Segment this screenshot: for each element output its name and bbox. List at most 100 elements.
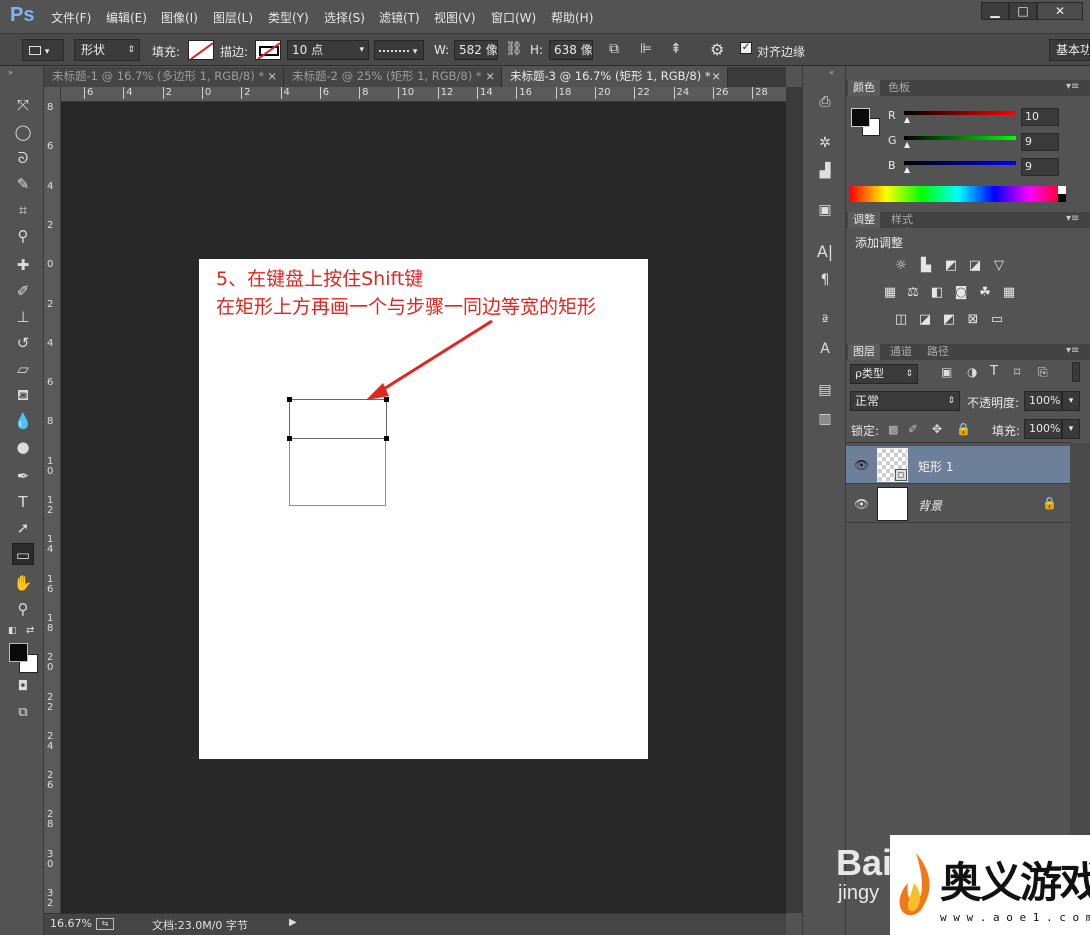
tab-paths[interactable]: 路径 bbox=[922, 344, 954, 360]
channel-mixer-icon[interactable]: ☘ bbox=[976, 285, 994, 301]
info-icon[interactable]: ▣ bbox=[814, 199, 836, 221]
pen-icon[interactable]: ✒ bbox=[12, 465, 34, 487]
hand-icon[interactable]: ✋ bbox=[12, 572, 34, 594]
export-icon[interactable]: ⇆ bbox=[96, 918, 114, 930]
filter-adjustment-icon[interactable]: ◑ bbox=[967, 365, 977, 379]
paragraph-styles-icon[interactable]: A bbox=[814, 338, 836, 360]
default-colors-icon[interactable]: ◧ bbox=[8, 626, 17, 636]
fill-dropdown-icon[interactable]: ▾ bbox=[1062, 419, 1080, 439]
type-tool-icon[interactable]: T bbox=[12, 491, 34, 513]
path-alignment-icon[interactable]: ⊫ bbox=[640, 41, 652, 57]
filter-image-icon[interactable]: ▣ bbox=[941, 365, 952, 379]
tool-preset-picker[interactable]: ▾ bbox=[22, 39, 64, 61]
crop-icon[interactable]: ⌗ bbox=[12, 199, 34, 221]
fill-swatch[interactable] bbox=[188, 40, 214, 60]
invert-icon[interactable]: ◫ bbox=[892, 312, 910, 328]
menu-help[interactable]: 帮助(H) bbox=[551, 9, 593, 26]
panel-menu-icon[interactable]: ▾≡ bbox=[1066, 81, 1079, 92]
photo-filter-icon[interactable]: ◙ bbox=[952, 285, 970, 301]
lock-pixels-icon[interactable]: ✐ bbox=[908, 422, 918, 436]
tab-document-2[interactable]: 未标题-2 @ 25% (矩形 1, RGB/8) * × bbox=[284, 67, 502, 87]
layer-name[interactable]: 背景 bbox=[918, 497, 942, 514]
dodge-icon[interactable]: ● bbox=[12, 436, 34, 458]
anchor-point[interactable] bbox=[384, 397, 389, 402]
filter-toggle[interactable] bbox=[1072, 362, 1080, 382]
fill-field[interactable]: 100% bbox=[1024, 419, 1062, 439]
path-select-icon[interactable]: ➚ bbox=[12, 517, 34, 539]
eraser-icon[interactable]: ▱ bbox=[12, 358, 34, 380]
color-balance-icon[interactable]: ⚖ bbox=[904, 285, 922, 301]
lock-position-icon[interactable]: ✥ bbox=[932, 422, 942, 436]
eyedropper-icon[interactable]: ⚲ bbox=[12, 225, 34, 247]
r-slider[interactable] bbox=[904, 111, 1016, 115]
align-edges-checkbox[interactable]: ✓ bbox=[740, 42, 752, 54]
ellipse-marquee-icon[interactable]: ◯ bbox=[12, 121, 34, 143]
maximize-button[interactable]: □ bbox=[1009, 2, 1037, 20]
tab-styles[interactable]: 样式 bbox=[886, 212, 918, 228]
lock-all-icon[interactable]: 🔒 bbox=[956, 422, 971, 436]
character-styles-icon[interactable]: ª bbox=[814, 310, 836, 332]
collapse-icon[interactable]: » bbox=[8, 68, 13, 77]
color-spectrum[interactable] bbox=[850, 186, 1066, 202]
curves-icon[interactable]: ◩ bbox=[942, 258, 960, 274]
navigator-icon[interactable]: ✲ bbox=[814, 132, 836, 154]
path-arrangement-icon[interactable]: ⇞ bbox=[670, 41, 682, 57]
g-value[interactable]: 9 bbox=[1021, 133, 1059, 151]
tab-channels[interactable]: 通道 bbox=[885, 344, 917, 360]
layer-name[interactable]: 矩形 1 bbox=[918, 458, 953, 475]
rectangle-tool-icon[interactable]: ▭ bbox=[12, 543, 34, 565]
layer-filter-select[interactable]: ρ类型 ⇕ bbox=[850, 364, 918, 384]
zoom-icon[interactable]: ⚲ bbox=[12, 598, 34, 620]
new-rectangle-path[interactable] bbox=[289, 399, 387, 439]
brightness-icon[interactable]: ☼ bbox=[892, 258, 910, 274]
histogram-icon[interactable]: ▟ bbox=[814, 160, 836, 182]
minimize-button[interactable]: ▁ bbox=[981, 2, 1009, 20]
slider-handle-icon[interactable]: ▲ bbox=[904, 140, 910, 149]
b-value[interactable]: 9 bbox=[1021, 158, 1059, 176]
stroke-swatch[interactable] bbox=[255, 40, 281, 60]
collapse-icon[interactable]: « bbox=[829, 68, 834, 77]
tab-layers[interactable]: 图层 bbox=[848, 344, 880, 360]
anchor-point[interactable] bbox=[384, 436, 389, 441]
menu-edit[interactable]: 编辑(E) bbox=[106, 9, 147, 26]
exposure-icon[interactable]: ◪ bbox=[966, 258, 984, 274]
vibrance-icon[interactable]: ▽ bbox=[990, 258, 1008, 274]
lock-transparent-icon[interactable]: ▩ bbox=[888, 423, 898, 436]
tab-document-3[interactable]: 未标题-3 @ 16.7% (矩形 1, RGB/8) * × bbox=[502, 67, 728, 87]
zoom-level[interactable]: 16.67% bbox=[50, 917, 92, 930]
status-menu-arrow-icon[interactable]: ▶ bbox=[289, 917, 297, 928]
close-icon[interactable]: × bbox=[711, 67, 721, 86]
stamp-icon[interactable]: ⊥ bbox=[12, 306, 34, 328]
history-icon[interactable]: ⎙ bbox=[814, 91, 836, 113]
gradient-map-icon[interactable]: ▭ bbox=[988, 312, 1006, 328]
path-operations-icon[interactable]: ⧉ bbox=[609, 41, 619, 57]
close-icon[interactable]: × bbox=[485, 67, 495, 86]
color-lookup-icon[interactable]: ▦ bbox=[1000, 285, 1018, 301]
existing-rectangle[interactable] bbox=[289, 438, 386, 506]
history-brush-icon[interactable]: ↺ bbox=[12, 332, 34, 354]
blend-mode-select[interactable]: 正常 ⇕ bbox=[850, 391, 960, 411]
panel-menu-icon[interactable]: ▾≡ bbox=[1066, 213, 1079, 224]
menu-window[interactable]: 窗口(W) bbox=[491, 9, 536, 26]
stroke-type-select[interactable]: ▾ bbox=[374, 40, 424, 60]
posterize-icon[interactable]: ◪ bbox=[916, 312, 934, 328]
menu-select[interactable]: 选择(S) bbox=[324, 9, 365, 26]
tab-adjustments[interactable]: 调整 bbox=[848, 212, 880, 228]
levels-icon[interactable]: ▙ bbox=[917, 258, 935, 274]
width-field[interactable]: 582 像 bbox=[454, 40, 498, 60]
healing-brush-icon[interactable]: ✚ bbox=[12, 254, 34, 276]
paragraph-icon[interactable]: ¶ bbox=[814, 269, 836, 291]
slider-handle-icon[interactable]: ▲ bbox=[904, 115, 910, 124]
filter-smart-object-icon[interactable]: ⎘ bbox=[1038, 365, 1048, 380]
move-tool-icon[interactable]: ⤧ bbox=[12, 94, 34, 116]
foreground-color-swatch[interactable] bbox=[9, 643, 28, 662]
vertical-scrollbar[interactable] bbox=[786, 87, 802, 913]
tab-color[interactable]: 颜色 bbox=[848, 80, 880, 96]
lasso-icon[interactable]: ᘐ bbox=[12, 147, 34, 169]
filter-shape-icon[interactable]: ⌑ bbox=[1014, 365, 1020, 379]
shape-mode-select[interactable]: 形状 ⇕ bbox=[74, 39, 140, 61]
spectrum-black[interactable] bbox=[1058, 194, 1066, 202]
paint-bucket-icon[interactable]: ⛾ bbox=[12, 384, 34, 406]
stroke-width-field[interactable]: 10 点 ▾ bbox=[287, 40, 369, 60]
actions-icon[interactable]: ▤ bbox=[814, 379, 836, 401]
